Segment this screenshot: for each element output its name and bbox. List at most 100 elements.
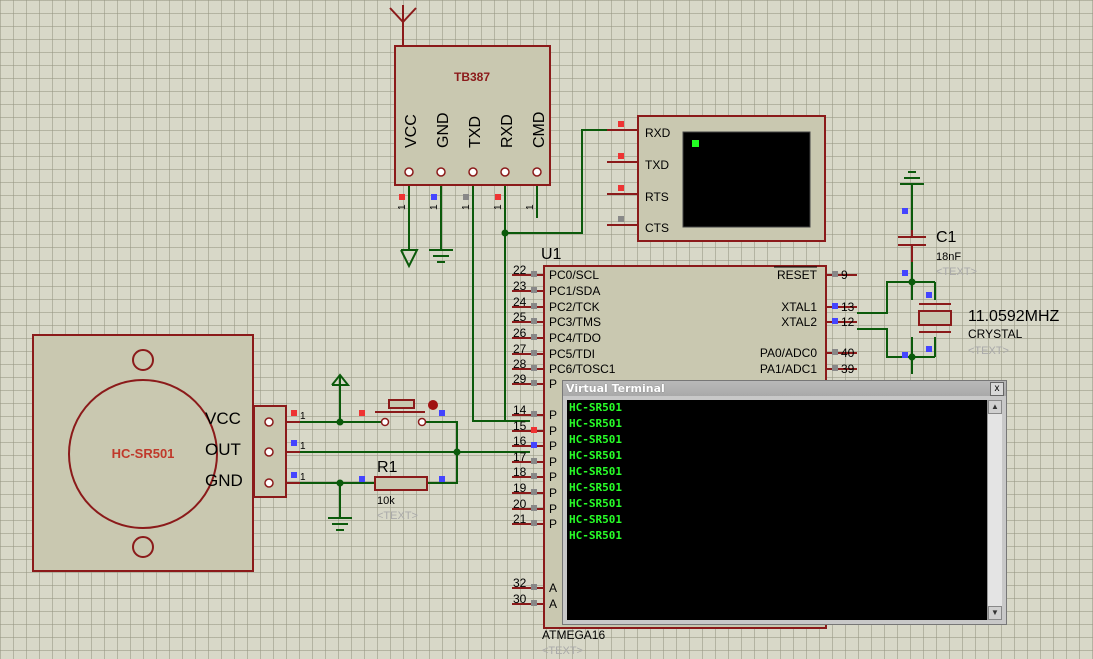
mcu-pin-number: 21: [513, 512, 527, 526]
mcu-pin-label: XTAL1: [781, 300, 817, 314]
module-name: TB387: [454, 70, 490, 84]
mcu-pin-label: P: [549, 502, 557, 516]
mcu-pin-label: P: [549, 486, 557, 500]
mcu-pin-number: 32: [513, 576, 527, 590]
capacitor-text: <TEXT>: [936, 266, 977, 278]
terminal-line: HC-SR501: [569, 481, 622, 494]
terminal-line: HC-SR501: [569, 465, 622, 478]
mcu-pin-number: 12: [841, 315, 855, 329]
svg-text:1: 1: [429, 204, 440, 210]
mcu-pin-number: 29: [513, 372, 527, 386]
terminal-line: HC-SR501: [569, 417, 622, 430]
capacitor-ref: C1: [936, 229, 957, 246]
mcu-pin-number: 18: [513, 465, 527, 479]
mcu-pin-number: 24: [513, 295, 527, 309]
svg-text:1: 1: [300, 411, 306, 422]
terminal-line: HC-SR501: [569, 449, 622, 462]
module-pin-cmd: CMD: [531, 112, 548, 148]
module-pin-numbers: 1 1 1 1 1: [397, 204, 536, 210]
module-pin-txd: TXD: [467, 116, 484, 148]
mcu-ref: U1: [541, 246, 562, 263]
mcu-pin-label: P: [549, 424, 557, 438]
terminal-pin-rts: RTS: [645, 190, 669, 204]
hc-sr501-sensor[interactable]: HC-SR501 VCC OUT GND 1 1 1: [32, 334, 306, 572]
crystal[interactable]: 11.0592MHZ CRYSTAL <TEXT>: [902, 292, 1060, 358]
tb387-module[interactable]: TB387 VCC GND TXD RXD CMD 1 1 1 1 1: [389, 5, 551, 210]
svg-text:1: 1: [525, 204, 536, 210]
svg-text:1: 1: [493, 204, 504, 210]
mcu-pin-label: P: [549, 470, 557, 484]
mcu-pin-number: 17: [513, 450, 527, 464]
scrollbar[interactable]: ▲ ▼: [987, 400, 1002, 620]
mcu-pin-number: 30: [513, 592, 527, 606]
virtual-terminal-window[interactable]: Virtual Terminal x HC-SR501 HC-SR501 HC-SR…: [562, 380, 1007, 625]
module-pin-vcc: VCC: [403, 114, 420, 148]
svg-text:1: 1: [300, 441, 306, 452]
resistor-r1[interactable]: R1 10k <TEXT>: [359, 459, 445, 522]
mcu-pin-label: P: [549, 377, 557, 391]
mcu-pin-number: 28: [513, 357, 527, 371]
mcu-pin-label: RESET: [777, 268, 818, 282]
ground-icon: [328, 517, 352, 531]
capacitor-c1[interactable]: C1 18nF <TEXT>: [898, 171, 977, 278]
module-pin-rxd: RXD: [499, 114, 516, 148]
ground-icon: [900, 171, 924, 200]
virtual-terminal-symbol[interactable]: RXD TXD RTS CTS: [607, 115, 826, 242]
terminal-line: HC-SR501: [569, 401, 622, 414]
terminal-pin-rxd: RXD: [645, 126, 671, 140]
mcu-pin-number: 9: [841, 268, 848, 282]
terminal-output[interactable]: HC-SR501 HC-SR501 HC-SR501 HC-SR501 HC-SR501…: [567, 400, 987, 620]
mcu-pin-number: 40: [841, 346, 855, 360]
mcu-pin-number: 13: [841, 300, 855, 314]
mcu-text: <TEXT>: [542, 645, 583, 657]
mcu-pin-number: 14: [513, 403, 527, 417]
capacitor-value: 18nF: [936, 251, 961, 263]
scroll-up-icon[interactable]: ▲: [988, 400, 1002, 414]
ground-icon: [429, 249, 453, 263]
close-button[interactable]: x: [990, 382, 1004, 396]
mcu-pin-number: 23: [513, 279, 527, 293]
mcu-pin-label: P: [549, 517, 557, 531]
module-pin-markers: [399, 194, 501, 200]
mcu-pin-label: PC1/SDA: [549, 284, 600, 298]
sensor-pin-gnd: GND: [205, 471, 243, 490]
mcu-pin-number: 16: [513, 434, 527, 448]
mcu-pin-number: 27: [513, 342, 527, 356]
mcu-pin-label: A: [549, 581, 557, 595]
sensor-name: HC-SR501: [112, 446, 175, 461]
svg-text:1: 1: [461, 204, 472, 210]
mcu-pin-39: 39 PA1/ADC1: [760, 362, 857, 376]
terminal-line: HC-SR501: [569, 433, 622, 446]
mcu-pin-label: PC3/TMS: [549, 315, 601, 329]
mcu-pin-9: 9 RESET: [774, 266, 857, 282]
power-arrow-icon: [400, 249, 419, 269]
mcu-part: ATMEGA16: [542, 628, 605, 642]
mcu-pin-label: P: [549, 408, 557, 422]
crystal-part: CRYSTAL: [968, 327, 1023, 341]
terminal-line: HC-SR501: [569, 497, 622, 510]
mcu-pin-label: PC0/SCL: [549, 268, 599, 282]
resistor-ref: R1: [377, 459, 398, 476]
resistor-text: <TEXT>: [377, 510, 418, 522]
sensor-pin-vcc: VCC: [205, 409, 241, 428]
mcu-pin-number: 19: [513, 481, 527, 495]
crystal-value: 11.0592MHZ: [968, 308, 1060, 325]
mcu-pin-label: XTAL2: [781, 315, 817, 329]
terminal-pin-cts: CTS: [645, 221, 669, 235]
virtual-terminal-title[interactable]: Virtual Terminal: [563, 381, 1006, 396]
terminal-line: HC-SR501: [569, 513, 622, 526]
mcu-pin-label: A: [549, 597, 557, 611]
sensor-pin-out: OUT: [205, 440, 241, 459]
mcu-pin-number: 26: [513, 326, 527, 340]
power-arrow-icon: [331, 373, 351, 389]
resistor-value: 10k: [377, 495, 395, 507]
antenna-icon: [389, 5, 417, 46]
mcu-pin-label: PA1/ADC1: [760, 362, 817, 376]
terminal-line: HC-SR501: [569, 529, 622, 542]
svg-text:1: 1: [397, 204, 408, 210]
scroll-down-icon[interactable]: ▼: [988, 606, 1002, 620]
mcu-pin-label: PC4/TDO: [549, 331, 601, 345]
mcu-pin-label: PA0/ADC0: [760, 346, 817, 360]
mcu-pin-label: P: [549, 455, 557, 469]
mcu-pin-40: 40 PA0/ADC0: [760, 346, 857, 360]
